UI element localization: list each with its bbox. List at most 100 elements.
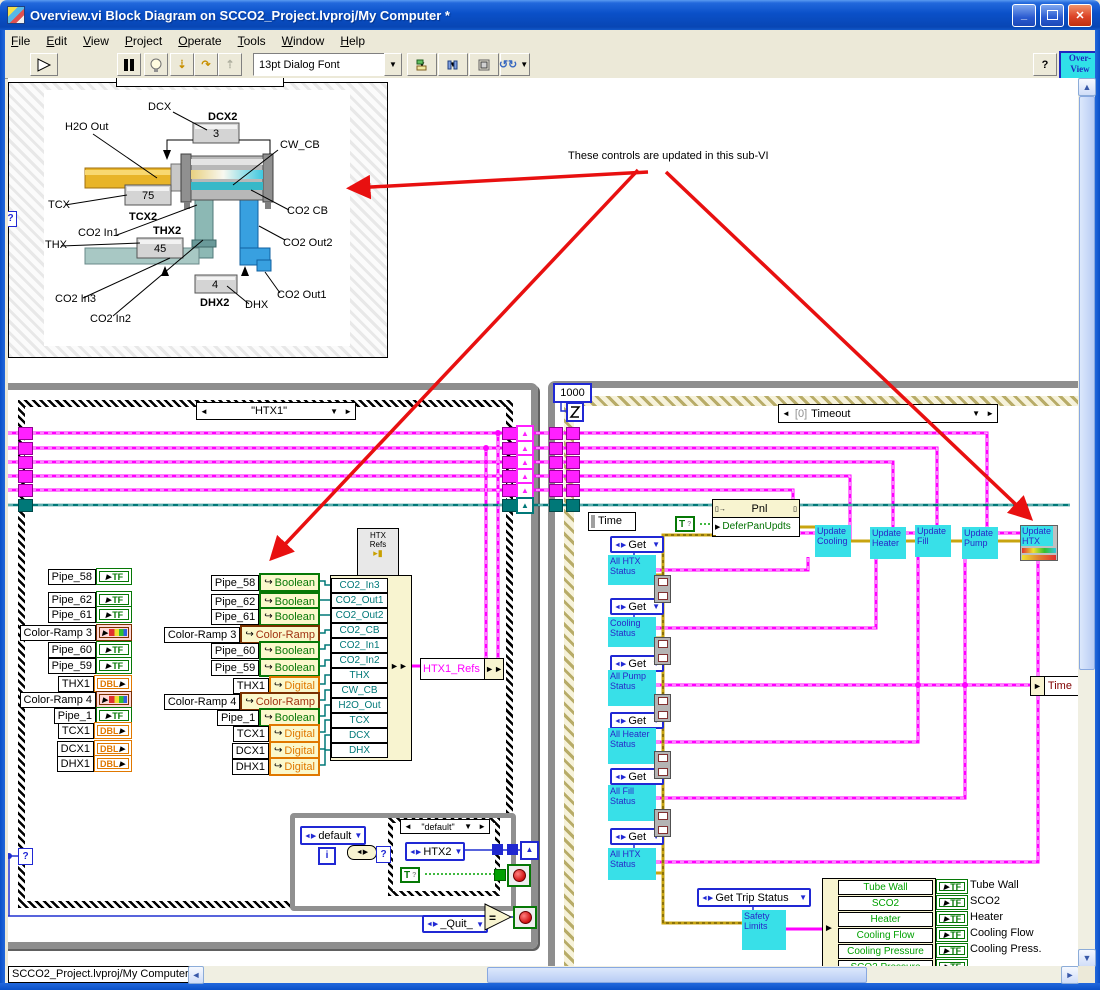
run-button[interactable] bbox=[30, 53, 58, 76]
merge-errors-node[interactable] bbox=[654, 637, 671, 665]
merge-errors-node[interactable] bbox=[654, 575, 671, 603]
bundle-field[interactable]: CO2_In2 bbox=[331, 653, 388, 668]
tunnel[interactable] bbox=[502, 470, 517, 483]
bundle-field[interactable]: CO2_Out1 bbox=[331, 593, 388, 608]
shift-register-icon[interactable]: ▲ bbox=[516, 497, 534, 514]
case-selector-label[interactable]: ◄ "HTX1" ▼ ► bbox=[196, 402, 356, 420]
control-row[interactable]: DHX1DBL▶ bbox=[10, 755, 132, 772]
bundle-field[interactable]: THX bbox=[331, 668, 388, 683]
control-row[interactable]: Pipe_61▶TF bbox=[10, 606, 132, 623]
merge-errors-node[interactable] bbox=[654, 751, 671, 779]
align-objects-button[interactable]: ▼ bbox=[407, 53, 437, 76]
tunnel[interactable] bbox=[566, 427, 580, 440]
tunnel[interactable] bbox=[18, 484, 33, 497]
bundle-field[interactable]: DCX bbox=[331, 728, 388, 743]
local-variable-htx1-refs[interactable]: HTX1_Refs ►► bbox=[420, 658, 504, 680]
menu-window[interactable]: Window bbox=[274, 32, 333, 50]
update-pump-subvi[interactable]: Update Pump bbox=[962, 527, 998, 559]
tunnel[interactable] bbox=[502, 484, 517, 497]
tf-indicator[interactable]: ▶TF bbox=[936, 911, 968, 926]
status-block[interactable]: All Pump Status bbox=[608, 670, 656, 706]
bundle-field[interactable]: CW_CB bbox=[331, 683, 388, 698]
tf-indicator[interactable]: ▶TF bbox=[936, 927, 968, 942]
scroll-right-button[interactable]: ► bbox=[1061, 966, 1079, 984]
tunnel[interactable] bbox=[502, 442, 517, 455]
scroll-left-button[interactable]: ◄ bbox=[188, 966, 204, 984]
tunnel[interactable] bbox=[492, 844, 503, 855]
control-row[interactable]: TCX1DBL▶ bbox=[10, 722, 132, 739]
step-over-button[interactable]: ↷ bbox=[194, 53, 218, 76]
tunnel[interactable] bbox=[18, 456, 33, 469]
pnl-property-node[interactable]: ▯→ Pnl ▯ ▶ DeferPanUpdts bbox=[712, 499, 800, 537]
tf-indicator[interactable]: ▶TF bbox=[936, 879, 968, 894]
minimize-button[interactable]: _ bbox=[1012, 4, 1036, 27]
scroll-up-button[interactable]: ▲ bbox=[1078, 78, 1096, 96]
tunnel[interactable] bbox=[507, 844, 518, 855]
vertical-scrollbar[interactable]: ▲ ▼ bbox=[1078, 78, 1095, 966]
tunnel[interactable] bbox=[502, 427, 517, 440]
update-cooling-subvi[interactable]: Update Cooling bbox=[815, 525, 851, 557]
menu-help[interactable]: Help bbox=[332, 32, 373, 50]
case-selector-terminal[interactable]: ? bbox=[8, 211, 17, 227]
chevron-down-icon[interactable]: ▼ bbox=[969, 409, 983, 418]
get-enum[interactable]: ◄▶Get▼ bbox=[610, 536, 664, 553]
timeout-terminal[interactable] bbox=[567, 403, 584, 422]
enum-default[interactable]: ◄▶default▼ bbox=[300, 826, 366, 845]
highlight-execution-button[interactable] bbox=[144, 53, 168, 76]
bundle-field[interactable]: TCX bbox=[331, 713, 388, 728]
menu-view[interactable]: View bbox=[75, 32, 117, 50]
coercion-node[interactable]: ◄▶ bbox=[347, 845, 377, 860]
step-into-button[interactable]: ⇣ bbox=[170, 53, 194, 76]
resize-objects-button[interactable]: ▼ bbox=[469, 53, 499, 76]
true-constant[interactable]: T? bbox=[400, 867, 420, 883]
bundle-field[interactable]: H2O_Out bbox=[331, 698, 388, 713]
menu-operate[interactable]: Operate bbox=[170, 32, 229, 50]
bundle-field[interactable]: CO2_Out2 bbox=[331, 608, 388, 623]
merge-errors-node[interactable] bbox=[654, 694, 671, 722]
tunnel[interactable] bbox=[494, 869, 506, 881]
distribute-objects-button[interactable]: ▼ bbox=[438, 53, 468, 76]
update-heater-subvi[interactable]: Update Heater bbox=[870, 527, 906, 559]
font-selector-dropdown[interactable]: ▼ bbox=[384, 53, 402, 76]
control-row[interactable]: Color-Ramp 4▶ bbox=[10, 691, 132, 708]
true-constant[interactable]: T? bbox=[675, 516, 695, 532]
status-block[interactable]: All Heater Status bbox=[608, 728, 656, 764]
title-bar[interactable]: Overview.vi Block Diagram on SCCO2_Proje… bbox=[0, 0, 1100, 30]
enum-quit[interactable]: ◄▶_Quit_▼ bbox=[422, 915, 488, 933]
bundle-field[interactable]: CO2_In3 bbox=[331, 578, 388, 593]
tunnel[interactable] bbox=[18, 499, 33, 512]
tunnel[interactable] bbox=[566, 484, 580, 497]
update-fill-subvi[interactable]: Update Fill bbox=[915, 525, 951, 557]
event-case-label[interactable]: ◄ [0] Timeout ▼ ► bbox=[778, 404, 998, 423]
inner-case-selector[interactable]: ? bbox=[376, 846, 391, 863]
tunnel[interactable] bbox=[549, 456, 563, 469]
status-block[interactable]: All HTX Status bbox=[608, 848, 656, 880]
status-block[interactable]: All HTX Status bbox=[608, 555, 656, 585]
case-next-icon[interactable]: ► bbox=[341, 407, 355, 416]
control-row[interactable]: Pipe_58▶TF bbox=[10, 568, 132, 585]
control-row[interactable]: THX1DBL▶ bbox=[10, 675, 132, 692]
menu-edit[interactable]: Edit bbox=[38, 32, 75, 50]
tunnel[interactable] bbox=[549, 427, 563, 440]
shift-register-icon[interactable]: ▲ bbox=[520, 841, 539, 860]
vertical-scroll-thumb[interactable] bbox=[1079, 96, 1095, 670]
menu-tools[interactable]: Tools bbox=[230, 32, 274, 50]
scroll-down-button[interactable]: ▼ bbox=[1078, 949, 1096, 967]
tunnel[interactable] bbox=[549, 484, 563, 497]
property-node[interactable]: Pipe_59↪Boolean bbox=[148, 658, 320, 677]
tunnel[interactable] bbox=[18, 427, 33, 440]
unbundle-field[interactable]: SCO2 bbox=[838, 896, 933, 911]
tunnel[interactable] bbox=[566, 499, 580, 512]
close-button[interactable]: ✕ bbox=[1068, 4, 1092, 27]
tf-indicator[interactable]: ▶TF bbox=[936, 959, 968, 966]
step-out-button[interactable]: ⇡ bbox=[218, 53, 242, 76]
safety-limits-block[interactable]: Safety Limits bbox=[742, 910, 786, 950]
merge-errors-node[interactable] bbox=[654, 809, 671, 837]
update-htx-subvi[interactable]: Update HTX bbox=[1020, 525, 1058, 561]
chevron-down-icon[interactable]: ▼ bbox=[327, 407, 341, 416]
unbundle-field[interactable]: Cooling Pressure bbox=[838, 944, 933, 959]
tunnel[interactable] bbox=[18, 470, 33, 483]
bundle-field[interactable]: CO2_CB bbox=[331, 623, 388, 638]
enum-htx2[interactable]: ◄▶HTX2▼ bbox=[405, 842, 465, 861]
help-button[interactable]: ? bbox=[1033, 53, 1057, 76]
